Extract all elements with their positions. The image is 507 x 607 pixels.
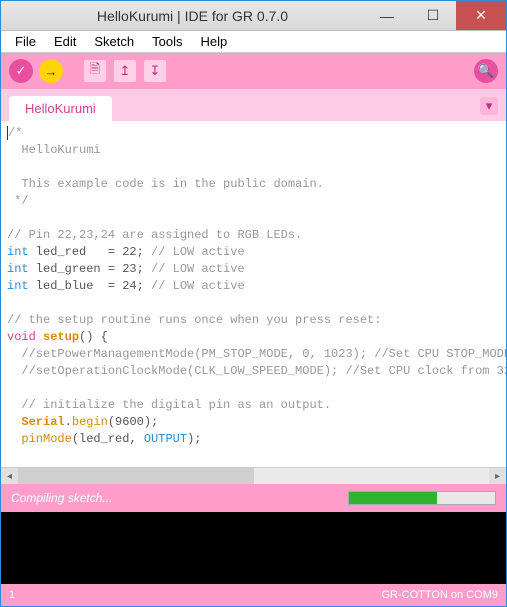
progress-fill	[349, 492, 437, 504]
ide-window: HelloKurumi | IDE for GR 0.7.0 — ☐ ✕ Fil…	[0, 0, 507, 607]
close-button[interactable]: ✕	[456, 1, 506, 30]
verify-button[interactable]: ✓	[9, 59, 33, 83]
titlebar[interactable]: HelloKurumi | IDE for GR 0.7.0 — ☐ ✕	[1, 1, 506, 31]
footer-bar: 1 GR-COTTON on COM9	[1, 584, 506, 606]
tab-hellokurumi[interactable]: HelloKurumi	[9, 96, 112, 121]
arrow-up-icon: ↥	[120, 63, 131, 79]
menu-tools[interactable]: Tools	[144, 32, 190, 51]
code-content[interactable]: /* HelloKurumi This example code is in t…	[1, 121, 506, 467]
scroll-left-icon[interactable]: ◂	[1, 468, 18, 485]
arrow-right-icon: →	[45, 64, 58, 79]
scrollbar-track[interactable]	[18, 468, 489, 484]
window-title: HelloKurumi | IDE for GR 0.7.0	[21, 8, 364, 24]
minimize-button[interactable]: —	[364, 1, 410, 30]
scrollbar-thumb[interactable]	[18, 468, 254, 484]
status-message: Compiling sketch...	[11, 491, 112, 505]
maximize-button[interactable]: ☐	[410, 1, 456, 30]
tab-bar: HelloKurumi ▾	[1, 89, 506, 121]
save-button[interactable]: ↧	[143, 59, 167, 83]
menubar: File Edit Sketch Tools Help	[1, 31, 506, 53]
code-editor[interactable]: /* HelloKurumi This example code is in t…	[1, 121, 506, 467]
console-output[interactable]	[1, 512, 506, 584]
check-icon: ✓	[16, 63, 27, 79]
file-icon: 🗎	[90, 60, 100, 82]
open-button[interactable]: ↥	[113, 59, 137, 83]
chevron-down-icon: ▾	[486, 98, 493, 114]
scroll-right-icon[interactable]: ▸	[489, 468, 506, 485]
search-icon: 🔍	[478, 63, 494, 79]
progress-bar	[348, 491, 496, 505]
new-button[interactable]: 🗎	[83, 59, 107, 83]
line-number: 1	[9, 589, 15, 601]
menu-file[interactable]: File	[7, 32, 44, 51]
menu-help[interactable]: Help	[192, 32, 235, 51]
upload-button[interactable]: →	[39, 59, 63, 83]
tab-menu-button[interactable]: ▾	[480, 97, 498, 115]
menu-sketch[interactable]: Sketch	[86, 32, 142, 51]
menu-edit[interactable]: Edit	[46, 32, 84, 51]
horizontal-scrollbar[interactable]: ◂ ▸	[1, 467, 506, 484]
board-info: GR-COTTON on COM9	[381, 589, 498, 601]
status-bar: Compiling sketch...	[1, 484, 506, 512]
arrow-down-icon: ↧	[150, 63, 161, 79]
serial-monitor-button[interactable]: 🔍	[474, 59, 498, 83]
toolbar: ✓ → 🗎 ↥ ↧ 🔍	[1, 53, 506, 89]
